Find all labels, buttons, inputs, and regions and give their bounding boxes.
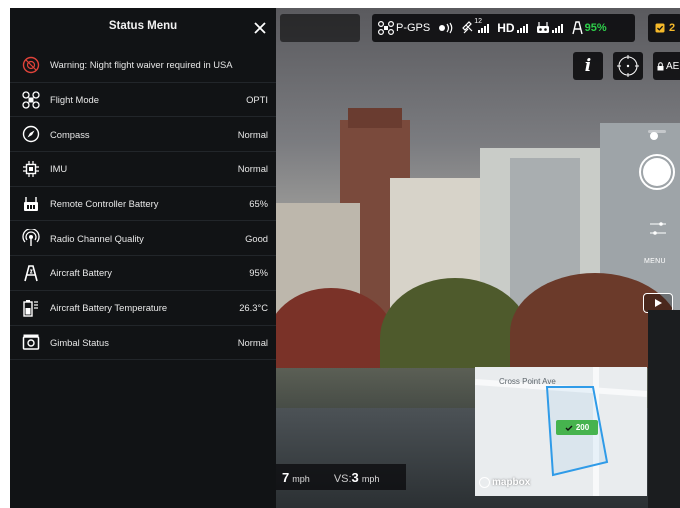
drone-icon	[22, 90, 40, 109]
horizontal-speed: 7 mph	[282, 470, 310, 485]
aircraft-battery-icon	[22, 264, 40, 282]
warning-indicator[interactable]: 2	[648, 14, 680, 42]
vertical-speed-unit: mph	[361, 473, 380, 484]
status-row-aircraft-battery-temperature[interactable]: Aircraft Battery Temperature 26.3°C	[10, 291, 276, 326]
remote-controller-icon	[536, 22, 549, 33]
status-indicators[interactable]: P-GPS 12 HD 95%	[372, 14, 635, 42]
aircraft-battery-status: 95%	[571, 21, 607, 35]
status-menu-header: Status Menu	[10, 8, 276, 48]
hd-link-status: HD	[497, 21, 528, 35]
horizontal-speed-unit: mph	[292, 473, 310, 484]
battery-icon	[571, 21, 583, 35]
gps-status: P-GPS	[378, 21, 430, 35]
lock-icon	[657, 61, 664, 70]
mini-map[interactable]: Cross Point Ave 200 mapbox	[475, 367, 647, 496]
altitude-limit-value: 200	[575, 423, 590, 432]
drone-icon	[378, 21, 394, 35]
menu-button[interactable]: MENU	[644, 258, 666, 265]
satellite-status: 12	[462, 18, 490, 35]
status-row-value: OPTI	[246, 94, 268, 106]
sensor-icon	[439, 22, 453, 34]
imu-chip-icon	[22, 160, 40, 178]
hd-label: HD	[497, 21, 515, 35]
status-row-remote-controller-battery[interactable]: Remote Controller Battery 65%	[10, 187, 276, 222]
mapbox-mark	[479, 477, 490, 488]
status-row-value: 26.3°C	[239, 302, 268, 314]
status-row-value: Normal	[237, 163, 268, 175]
building-roof	[348, 108, 402, 128]
status-menu-title: Status Menu	[108, 20, 178, 32]
gimbal-camera-icon	[22, 333, 40, 351]
status-row-imu[interactable]: IMU Normal	[10, 152, 276, 187]
satellite-count: 12	[474, 18, 483, 25]
info-label: i	[584, 56, 592, 76]
status-menu-panel: Status Menu Warning: Night flight waiver…	[10, 8, 276, 508]
status-row-aircraft-battery[interactable]: Aircraft Battery 95%	[10, 256, 276, 291]
radio-channel-icon	[22, 229, 40, 247]
drone-camera-view: P-GPS 12 HD 95% 2 i AE MENU 7 mph VS:3 m…	[10, 8, 680, 508]
top-left-box	[280, 14, 360, 42]
status-row-compass[interactable]: Compass Normal	[10, 117, 276, 153]
compass-icon	[22, 125, 40, 143]
status-row-label: Flight Mode	[50, 94, 99, 106]
play-icon	[655, 299, 662, 307]
obstacle-sensing-status	[438, 22, 454, 34]
horizontal-speed-value: 7	[282, 469, 290, 485]
status-row-label: Remote Controller Battery	[50, 198, 159, 210]
status-row-value: Normal	[237, 336, 268, 348]
close-button[interactable]	[250, 18, 270, 38]
check-icon	[565, 425, 573, 431]
no-fly-warning-icon	[22, 56, 40, 74]
gps-label: P-GPS	[396, 22, 431, 34]
battery-temperature-icon	[22, 299, 40, 317]
status-row-value: Good	[245, 232, 268, 244]
vertical-speed-label: VS:	[333, 472, 352, 485]
mode-switch-icon	[648, 130, 666, 140]
status-row-label: Warning: Night flight waiver required in…	[50, 59, 233, 71]
status-row-label: Gimbal Status	[50, 336, 109, 348]
close-icon	[254, 22, 266, 34]
mapbox-wordmark: mapbox	[492, 477, 531, 488]
warning-count: 2	[668, 22, 676, 34]
photo-video-toggle[interactable]	[648, 126, 666, 140]
status-row-label: IMU	[50, 163, 68, 175]
info-button[interactable]: i	[573, 52, 603, 80]
status-row-label: Aircraft Battery Temperature	[50, 302, 168, 314]
camera-settings-button[interactable]	[648, 220, 668, 238]
status-row-radio-channel-quality[interactable]: Radio Channel Quality Good	[10, 221, 276, 257]
remote-controller-battery-icon	[22, 195, 40, 213]
crosshair-icon	[617, 55, 639, 77]
signal-bars	[516, 23, 528, 33]
status-row-gimbal-status[interactable]: Gimbal Status Normal	[10, 326, 276, 361]
sliders-icon	[650, 222, 666, 235]
top-status-bar: P-GPS 12 HD 95% 2	[280, 12, 680, 44]
vertical-speed-value: 3	[351, 469, 359, 485]
status-row-value: Normal	[237, 128, 268, 140]
telemetry-bar: 7 mph VS:3 mph	[276, 464, 406, 490]
signal-bars	[551, 23, 563, 33]
right-edge-panel	[648, 310, 680, 508]
status-row-value: 95%	[249, 267, 268, 279]
ae-lock-button[interactable]: AE	[653, 52, 680, 80]
focus-target-button[interactable]	[613, 52, 643, 80]
warning-check-icon	[655, 23, 665, 33]
status-row-label: Radio Channel Quality	[50, 232, 144, 244]
camera-controls: MENU	[638, 108, 680, 308]
vertical-speed: VS:3 mph	[316, 470, 380, 485]
battery-percent: 95%	[584, 22, 607, 34]
shutter-button[interactable]	[639, 154, 675, 190]
rc-signal-status	[536, 22, 563, 34]
status-list: Warning: Night flight waiver required in…	[10, 48, 276, 361]
status-row-flight-mode[interactable]: Flight Mode OPTI	[10, 83, 276, 118]
status-row-value: 65%	[249, 198, 268, 210]
status-row-night-flight-warning[interactable]: Warning: Night flight waiver required in…	[10, 48, 276, 83]
altitude-limit-badge: 200	[556, 420, 598, 435]
status-row-label: Aircraft Battery	[50, 267, 112, 279]
mapbox-logo: mapbox	[479, 477, 530, 488]
status-row-label: Compass	[50, 128, 90, 140]
ae-label: AE	[666, 60, 680, 72]
